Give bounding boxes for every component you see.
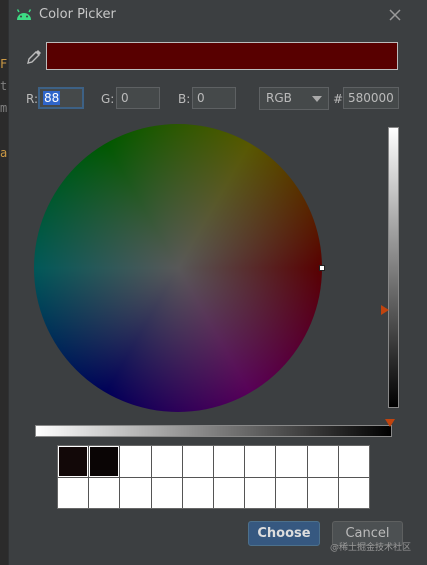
watermark-text: @稀土掘金技术社区 <box>330 543 412 553</box>
b-input[interactable]: 0 <box>192 87 236 109</box>
empty-color-swatch[interactable] <box>338 446 369 477</box>
g-label: G: <box>101 92 115 106</box>
empty-color-swatch[interactable] <box>58 477 89 508</box>
background-text-fragment: F <box>0 57 8 71</box>
background-text-fragment: a <box>0 146 8 160</box>
color-picker-dialog: Color Picker R: 88 G: 0 B: 0 RGB # 58000… <box>8 0 427 565</box>
opacity-slider[interactable] <box>35 425 392 437</box>
choose-button[interactable]: Choose <box>248 521 320 546</box>
chevron-down-icon <box>312 96 322 102</box>
eyedropper-icon[interactable] <box>25 48 43 66</box>
empty-color-swatch[interactable] <box>120 446 151 477</box>
empty-color-swatch[interactable] <box>307 446 338 477</box>
empty-color-swatch[interactable] <box>151 446 182 477</box>
empty-color-swatch[interactable] <box>120 477 151 508</box>
close-icon[interactable] <box>383 3 407 27</box>
empty-color-swatch[interactable] <box>276 477 307 508</box>
recent-color-swatch[interactable] <box>58 446 89 477</box>
color-mode-select[interactable]: RGB <box>259 87 329 110</box>
background-text-fragment: m <box>0 101 8 115</box>
color-preview <box>46 42 398 70</box>
r-input-value: 88 <box>43 91 61 105</box>
g-input[interactable]: 0 <box>116 87 160 109</box>
empty-color-swatch[interactable] <box>89 477 120 508</box>
hex-input-value: 580000 <box>348 91 394 105</box>
android-icon <box>16 9 32 20</box>
r-input[interactable]: 88 <box>38 87 84 109</box>
hash-label: # <box>333 92 344 106</box>
empty-color-swatch[interactable] <box>214 446 245 477</box>
background-text-fragment: t <box>0 79 8 93</box>
empty-color-swatch[interactable] <box>276 446 307 477</box>
brightness-slider-thumb[interactable] <box>381 305 389 315</box>
g-input-value: 0 <box>121 91 129 105</box>
recent-colors-grid <box>57 445 370 509</box>
empty-color-swatch[interactable] <box>245 477 276 508</box>
color-mode-value: RGB <box>266 91 292 105</box>
empty-color-swatch[interactable] <box>214 477 245 508</box>
brightness-slider[interactable] <box>388 127 399 408</box>
dialog-title: Color Picker <box>39 7 116 22</box>
title-bar: Color Picker <box>9 0 427 30</box>
empty-color-swatch[interactable] <box>182 477 213 508</box>
color-wheel[interactable] <box>34 124 322 412</box>
empty-color-swatch[interactable] <box>338 477 369 508</box>
empty-color-swatch[interactable] <box>245 446 276 477</box>
recent-color-swatch[interactable] <box>89 446 120 477</box>
color-wheel-marker[interactable] <box>319 265 325 271</box>
hex-input[interactable]: 580000 <box>343 87 399 109</box>
opacity-slider-thumb[interactable] <box>385 419 395 427</box>
empty-color-swatch[interactable] <box>151 477 182 508</box>
empty-color-swatch[interactable] <box>307 477 338 508</box>
b-input-value: 0 <box>197 91 205 105</box>
r-label: R: <box>26 92 39 106</box>
b-label: B: <box>178 92 191 106</box>
empty-color-swatch[interactable] <box>182 446 213 477</box>
